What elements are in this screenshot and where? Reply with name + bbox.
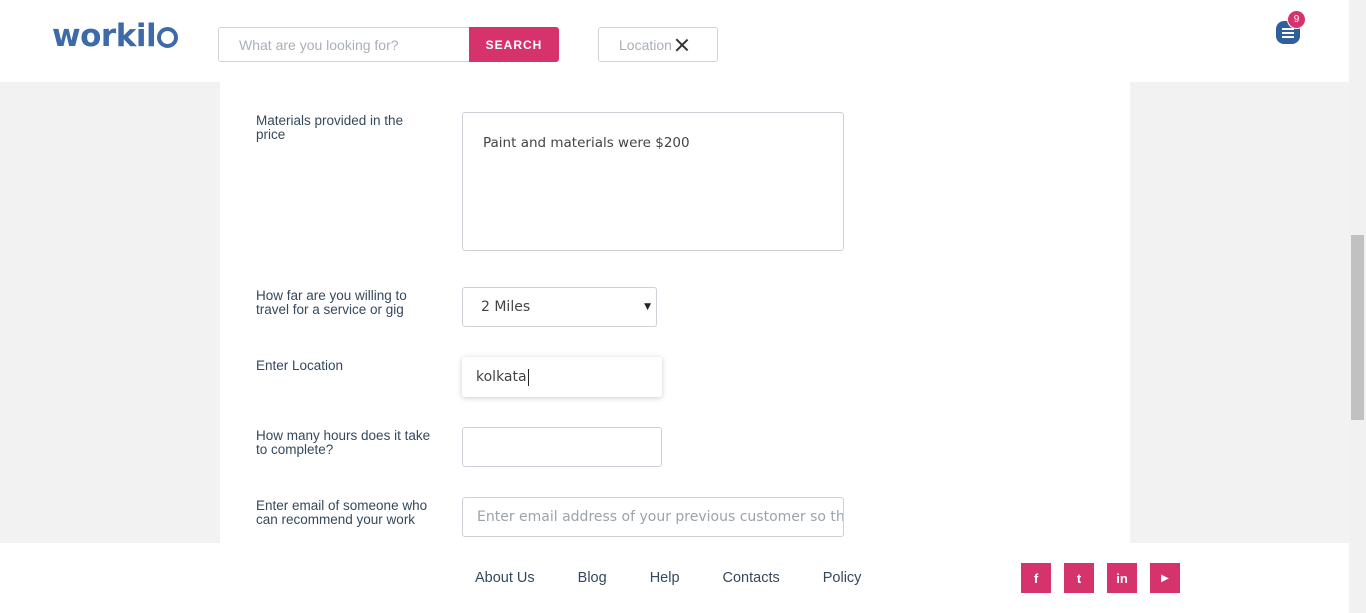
location-filter[interactable]: Location	[598, 27, 718, 62]
linkedin-icon[interactable]: in	[1107, 563, 1137, 593]
youtube-icon[interactable]: ▶	[1150, 563, 1180, 593]
text-caret	[527, 368, 529, 386]
form-card: Materials provided in the price Paint an…	[220, 82, 1130, 543]
search-bar: SEARCH	[218, 27, 559, 62]
search-button[interactable]: SEARCH	[469, 27, 559, 62]
close-icon[interactable]	[675, 38, 689, 52]
dropdown-arrow-icon: ▼	[644, 302, 651, 312]
logo-o-icon	[157, 27, 179, 48]
hours-input[interactable]	[462, 427, 662, 467]
location-input-value: kolkata	[476, 369, 527, 385]
footer-link-policy[interactable]: Policy	[823, 570, 862, 586]
travel-distance-select[interactable]: 2 Miles ▼	[462, 287, 657, 327]
scrollbar-thumb[interactable]	[1351, 235, 1364, 420]
social-links: f t in ▶	[1021, 563, 1193, 593]
hours-label: How many hours does it take to complete?	[256, 428, 431, 457]
travel-distance-value: 2 Miles	[481, 299, 531, 315]
logo-text: workil	[52, 18, 157, 54]
footer: About Us Blog Help Contacts Policy f t i…	[0, 543, 1349, 613]
footer-links: About Us Blog Help Contacts Policy	[475, 570, 904, 586]
notification-badge: 9	[1287, 10, 1306, 29]
footer-link-about[interactable]: About Us	[475, 570, 535, 586]
materials-label: Materials provided in the price	[256, 113, 404, 142]
twitter-icon[interactable]: t	[1064, 563, 1094, 593]
location-input[interactable]: kolkata	[462, 357, 662, 397]
footer-link-blog[interactable]: Blog	[578, 570, 607, 586]
materials-textarea[interactable]: Paint and materials were $200	[462, 112, 844, 251]
recommender-email-input[interactable]: Enter email address of your previous cus…	[462, 497, 844, 537]
location-filter-label: Location	[619, 36, 672, 53]
vertical-scrollbar[interactable]	[1349, 0, 1366, 613]
travel-distance-label: How far are you willing to travel for a …	[256, 288, 407, 317]
footer-link-help[interactable]: Help	[650, 570, 680, 586]
search-input[interactable]	[218, 27, 469, 62]
email-label: Enter email of someone who can recommend…	[256, 498, 428, 527]
facebook-icon[interactable]: f	[1021, 563, 1051, 593]
location-label: Enter Location	[256, 358, 344, 373]
workilo-logo[interactable]: workil	[52, 18, 179, 54]
footer-link-contacts[interactable]: Contacts	[723, 570, 780, 586]
header: workil SEARCH Location 9	[0, 0, 1349, 82]
